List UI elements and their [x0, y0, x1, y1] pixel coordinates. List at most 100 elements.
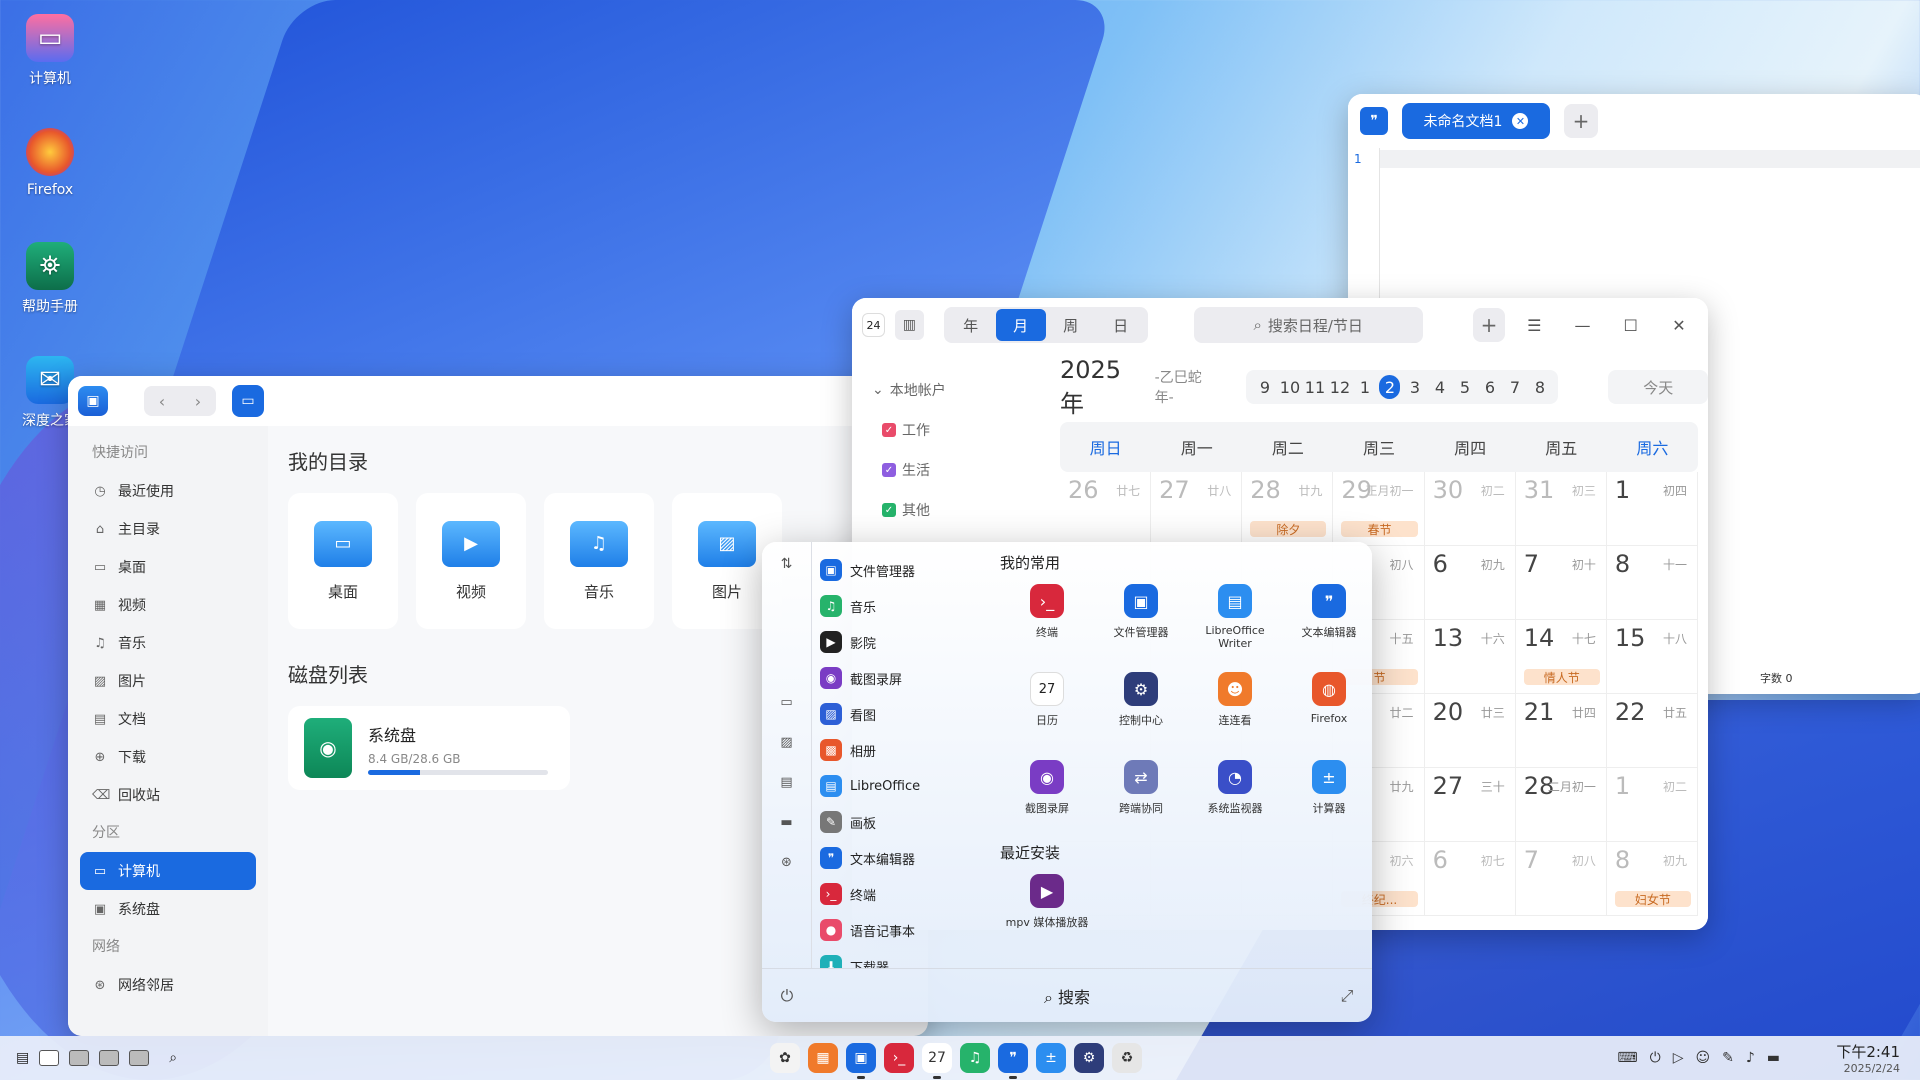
day-cell[interactable]: 21 廿四 [1515, 694, 1607, 768]
maximize-button[interactable]: ☐ [1612, 308, 1650, 342]
month-item[interactable]: 5 [1454, 375, 1475, 399]
month-item[interactable]: 9 [1254, 375, 1275, 399]
favorite-app[interactable]: ☻ 连连看 [1188, 672, 1282, 746]
network-category-icon[interactable]: ⊛ [781, 842, 792, 882]
favorite-app[interactable]: ◔ 系统监视器 [1188, 760, 1282, 834]
month-item[interactable]: 12 [1329, 375, 1350, 399]
day-cell[interactable]: 28 二月初一 [1515, 768, 1607, 842]
desktop-icon-manual[interactable]: ⛯ 帮助手册 [2, 242, 98, 316]
power-icon[interactable]: ⏻ [762, 986, 812, 1006]
month-item[interactable]: 11 [1304, 375, 1325, 399]
app-list-item[interactable]: ▤ LibreOffice [820, 768, 1000, 804]
day-cell[interactable]: 28 廿九 除夕 [1242, 472, 1334, 546]
computer-category-icon[interactable]: ▭ [780, 682, 792, 722]
app-list-item[interactable]: ♫ 音乐 [820, 588, 1000, 624]
editor-text-area[interactable] [1380, 150, 1920, 168]
assistant-icon[interactable]: ☺ [1695, 1050, 1710, 1066]
view-day-tab[interactable]: 日 [1096, 309, 1146, 341]
menu-button[interactable]: ☰ [1515, 308, 1553, 342]
month-item[interactable]: 4 [1429, 375, 1450, 399]
favorite-app[interactable]: ⚙ 控制中心 [1094, 672, 1188, 746]
calendar-type-life[interactable]: ✓ 生活 [872, 450, 1022, 490]
app-list-item[interactable]: ▩ 相册 [820, 732, 1000, 768]
computer-breadcrumb-button[interactable]: ▭ [232, 385, 264, 417]
favorite-app[interactable]: ▣ 文件管理器 [1094, 584, 1188, 658]
trash-icon[interactable]: ♻ [1112, 1043, 1142, 1073]
picture-category-icon[interactable]: ▨ [780, 722, 792, 762]
day-cell[interactable]: 29 正月初一 春节 [1333, 472, 1425, 546]
app-list-item[interactable]: ›_ 终端 [820, 876, 1000, 912]
day-cell[interactable]: 15 十八 [1606, 620, 1698, 694]
day-cell[interactable]: 1 初四 [1606, 472, 1698, 546]
app-list-item[interactable]: ◉ 截图录屏 [820, 660, 1000, 696]
new-tab-button[interactable]: + [1564, 104, 1598, 138]
day-cell[interactable]: 30 初二 [1424, 472, 1516, 546]
sidebar-item-documents[interactable]: ▤ 文档 [80, 700, 256, 738]
sidebar-item-music[interactable]: ♫ 音乐 [80, 624, 256, 662]
sidebar-item-recent[interactable]: ◷ 最近使用 [80, 472, 256, 510]
file-manager-icon[interactable]: ▣ [846, 1043, 876, 1079]
favorite-app[interactable]: 27 日历 [1000, 672, 1094, 746]
document-tab[interactable]: 未命名文档1 ✕ [1402, 103, 1550, 139]
notes-icon[interactable]: ▤ [16, 1050, 29, 1066]
workspace-4[interactable] [129, 1050, 150, 1066]
calendar-type-other[interactable]: ✓ 其他 [872, 490, 1022, 530]
search-input[interactable]: ⌕ 搜索日程/节日 [1193, 307, 1423, 343]
fullscreen-icon[interactable]: ⤢ [1322, 986, 1372, 1006]
forward-button[interactable]: › [180, 386, 216, 416]
day-cell[interactable]: 20 廿三 [1424, 694, 1516, 768]
desktop-icon-computer[interactable]: ▭ 计算机 [2, 14, 98, 88]
day-cell[interactable]: 27 廿八 [1151, 472, 1243, 546]
pen-icon[interactable]: ✎ [1722, 1050, 1734, 1066]
terminal-icon[interactable]: ›_ [884, 1043, 914, 1073]
app-list-item[interactable]: ❞ 文本编辑器 [820, 840, 1000, 876]
document-category-icon[interactable]: ▤ [780, 762, 792, 802]
power-icon[interactable]: ⏻ [1650, 1050, 1661, 1066]
sidebar-item-videos[interactable]: ▦ 视频 [80, 586, 256, 624]
view-week-tab[interactable]: 周 [1046, 309, 1096, 341]
day-cell[interactable]: 27 三十 [1424, 768, 1516, 842]
day-cell[interactable]: 26 廿七 [1060, 472, 1152, 546]
favorite-app[interactable]: ›_ 终端 [1000, 584, 1094, 658]
keyboard-icon[interactable]: ⌨ [1617, 1050, 1637, 1066]
today-button[interactable]: 今天 [1608, 370, 1708, 404]
app-list-item[interactable]: ⬇ 下载器 [820, 948, 1000, 968]
storage-icon[interactable]: ▬ [1767, 1050, 1780, 1066]
favorite-app[interactable]: ▶ mpv 媒体播放器 [1000, 874, 1094, 948]
month-item[interactable]: 8 [1529, 375, 1550, 399]
day-cell[interactable]: 22 廿五 [1606, 694, 1698, 768]
launcher-search-button[interactable]: ⌕ 搜索 [812, 984, 1322, 1008]
month-item[interactable]: 2 [1379, 375, 1401, 399]
back-button[interactable]: ‹ [144, 386, 180, 416]
app-store-icon[interactable]: ▦ [808, 1043, 838, 1073]
sidebar-toggle-button[interactable]: ▥ [895, 310, 924, 340]
folder-music[interactable]: ♫ 音乐 [544, 493, 654, 629]
sort-icon[interactable]: ⇅ [781, 556, 793, 572]
day-cell[interactable]: 31 初三 [1515, 472, 1607, 546]
search-icon[interactable]: ⌕ [169, 1050, 177, 1066]
sidebar-item-desktop[interactable]: ▭ 桌面 [80, 548, 256, 586]
day-cell[interactable]: 1 初二 [1606, 768, 1698, 842]
calculator-icon[interactable]: ± [1036, 1043, 1066, 1073]
desktop-category-icon[interactable]: ▬ [780, 802, 792, 842]
account-header[interactable]: ⌄ 本地帐户 [872, 370, 1022, 410]
text-editor-icon[interactable]: ❞ [998, 1043, 1028, 1079]
desktop-icon-firefox[interactable]: Firefox [2, 128, 98, 198]
sidebar-item-downloads[interactable]: ⊕ 下载 [80, 738, 256, 776]
checkbox-icon[interactable]: ✓ [882, 463, 896, 477]
favorite-app[interactable]: ◍ Firefox [1282, 672, 1372, 746]
month-item[interactable]: 1 [1354, 375, 1375, 399]
calendar-icon[interactable]: 27 [922, 1043, 952, 1079]
view-month-tab[interactable]: 月 [995, 309, 1046, 341]
calendar-type-work[interactable]: ✓ 工作 [872, 410, 1022, 450]
workspace-1[interactable] [39, 1050, 60, 1066]
year-selector[interactable]: 2025年 [1060, 356, 1145, 419]
favorite-app[interactable]: ❞ 文本编辑器 [1282, 584, 1372, 658]
checkbox-icon[interactable]: ✓ [882, 503, 896, 517]
app-list-item[interactable]: ▶ 影院 [820, 624, 1000, 660]
day-cell[interactable]: 7 初八 [1515, 842, 1607, 916]
favorite-app[interactable]: ⇄ 跨端协同 [1094, 760, 1188, 834]
sidebar-item-pictures[interactable]: ▨ 图片 [80, 662, 256, 700]
volume-icon[interactable]: ♪ [1746, 1050, 1755, 1066]
checkbox-icon[interactable]: ✓ [882, 423, 896, 437]
